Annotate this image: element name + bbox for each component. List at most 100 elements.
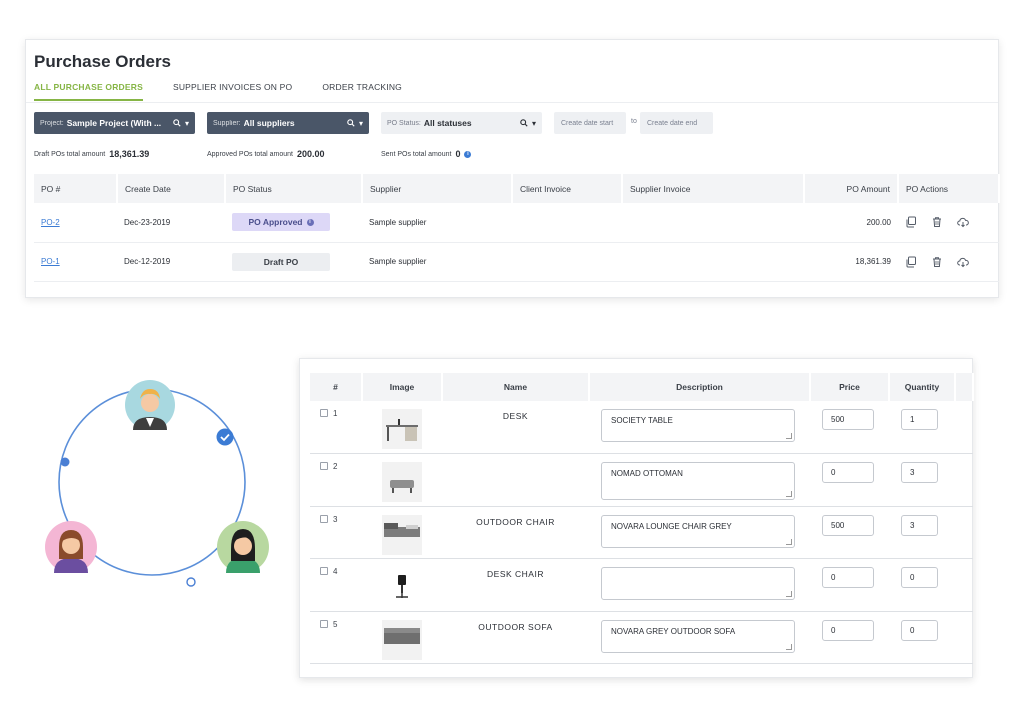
create-date-cell: Dec-23-2019 [117,203,225,243]
purchase-orders-card: Purchase Orders ALL PURCHASE ORDERS SUPP… [25,39,1000,298]
quantity-input[interactable]: 0 [901,567,938,589]
po-amount-cell: 18,361.39 [804,242,898,282]
po-status-filter[interactable]: PO Status: All statuses ▾ [381,112,542,134]
copy-icon[interactable] [905,256,917,268]
table-row: PO-2 Dec-23-2019 PO Approved i Sample sup… [34,203,999,243]
header-supplier-invoice[interactable]: Supplier Invoice [622,174,805,203]
date-range-to-label: to [631,118,637,125]
table-row: 4 DESK CHAIR 0 0 [310,558,973,612]
header-client-invoice[interactable]: Client Invoice [512,174,623,203]
info-icon[interactable]: i [306,218,314,226]
approval-workflow-illustration [45,380,269,587]
items-header-row: # Image Name Description Price Quantity [310,373,974,401]
row-checkbox[interactable] [320,619,328,628]
tab-bar: ALL PURCHASE ORDERS SUPPLIER INVOICES ON… [34,82,432,101]
table-row: PO-1 Dec-12-2019 Draft PO Sample supplie… [34,242,999,282]
caret-down-icon: ▾ [531,118,536,128]
description-textarea[interactable]: NOVARA LOUNGE CHAIR GREY [601,514,795,548]
table-row: 2 NOMAD OTTOMAN 0 3 [310,453,973,507]
create-date-end-input[interactable]: Create date end [640,112,713,134]
row-number: 1 [333,409,338,418]
price-input[interactable]: 500 [822,514,874,536]
status-badge: Draft PO [232,252,330,271]
header-quantity: Quantity [889,373,956,401]
row-checkbox[interactable] [320,462,328,471]
tab-supplier-invoices[interactable]: SUPPLIER INVOICES ON PO [173,82,292,101]
cloud-download-icon[interactable] [957,216,969,228]
woman-avatar-icon-2 [217,521,269,573]
project-filter[interactable]: Project: Sample Project (With ... ▾ [34,112,195,134]
supplier-filter-label: Supplier: [213,119,241,127]
create-date-cell: Dec-12-2019 [117,242,225,282]
sent-total-label: Sent POs total amount [381,150,452,158]
po-actions [905,256,992,268]
supplier-filter-value: All suppliers [243,118,295,128]
description-textarea[interactable]: SOCIETY TABLE [601,409,795,442]
cloud-download-icon[interactable] [957,256,969,268]
info-icon[interactable]: i [464,150,472,158]
po-status-filter-value: All statuses [423,118,472,128]
description-textarea[interactable]: NOVARA GREY OUTDOOR SOFA [601,619,795,653]
supplier-filter[interactable]: Supplier: All suppliers ▾ [207,112,369,134]
price-input[interactable]: 0 [822,462,874,484]
tabs-divider [26,102,998,103]
desk-chair-image [396,575,408,599]
caret-down-icon: ▾ [184,118,189,128]
create-date-start-input[interactable]: Create date start [554,112,626,134]
row-number: 4 [333,567,338,577]
project-filter-value: Sample Project (With ... [66,118,162,128]
header-po-number[interactable]: PO # [34,174,118,203]
search-icon [347,119,355,127]
row-number: 2 [333,462,338,472]
tab-order-tracking[interactable]: ORDER TRACKING [322,82,402,101]
header-po-status[interactable]: PO Status [225,174,363,203]
price-input[interactable]: 0 [822,567,874,589]
header-supplier[interactable]: Supplier [362,174,513,203]
quantity-input[interactable]: 3 [901,514,938,536]
supplier-invoice-cell [622,242,804,282]
search-icon [173,119,181,127]
table-row: 1 DESK SOCIETY TABLE 500 1 [310,401,973,455]
header-price: Price [810,373,890,401]
row-checkbox[interactable] [320,567,328,576]
supplier-cell: Sample supplier [362,242,512,282]
header-create-date[interactable]: Create Date [117,174,226,203]
quantity-input[interactable]: 3 [901,462,938,484]
table-row: 3 OUTDOOR CHAIR NOVARA LOUNGE CHAIR GREY… [310,506,973,560]
desk-image [382,409,422,449]
po-link[interactable]: PO-1 [41,257,60,266]
line-items-card: # Image Name Description Price Quantity … [299,358,974,678]
draft-total: Draft POs total amount 18,361.39 [34,149,149,159]
table-row: 5 OUTDOOR SOFA NOVARA GREY OUTDOOR SOFA … [310,611,973,665]
header-extra [955,373,974,401]
price-input[interactable]: 0 [822,619,874,641]
description-textarea[interactable] [601,567,795,601]
quantity-input[interactable]: 0 [901,619,938,641]
draft-total-value: 18,361.39 [109,149,150,159]
sofa-image [382,619,422,660]
woman-avatar-icon [45,521,97,573]
item-name: DESK CHAIR [442,558,589,612]
row-checkbox[interactable] [320,514,328,523]
copy-icon[interactable] [905,216,917,228]
trash-icon[interactable] [931,216,943,228]
row-checkbox[interactable] [320,409,328,417]
trash-icon[interactable] [931,256,943,268]
header-number: # [310,373,363,401]
price-input[interactable]: 500 [822,409,874,430]
client-invoice-cell [512,242,622,282]
purchase-orders-table: PO # Create Date PO Status Supplier Clie… [34,174,1000,282]
approved-total: Approved POs total amount 200.00 [207,149,325,159]
quantity-input[interactable]: 1 [901,409,938,430]
page-title: Purchase Orders [34,52,172,71]
description-textarea[interactable]: NOMAD OTTOMAN [601,462,795,501]
item-name: OUTDOOR SOFA [442,611,589,665]
header-image: Image [362,373,443,401]
po-status-filter-label: PO Status: [387,119,421,127]
sent-total: Sent POs total amount 0 i [381,149,472,159]
header-po-amount[interactable]: PO Amount [804,174,899,203]
row-number: 5 [333,619,338,629]
po-link[interactable]: PO-2 [41,218,60,227]
tab-all-purchase-orders[interactable]: ALL PURCHASE ORDERS [34,82,143,101]
ottoman-image [382,462,422,503]
